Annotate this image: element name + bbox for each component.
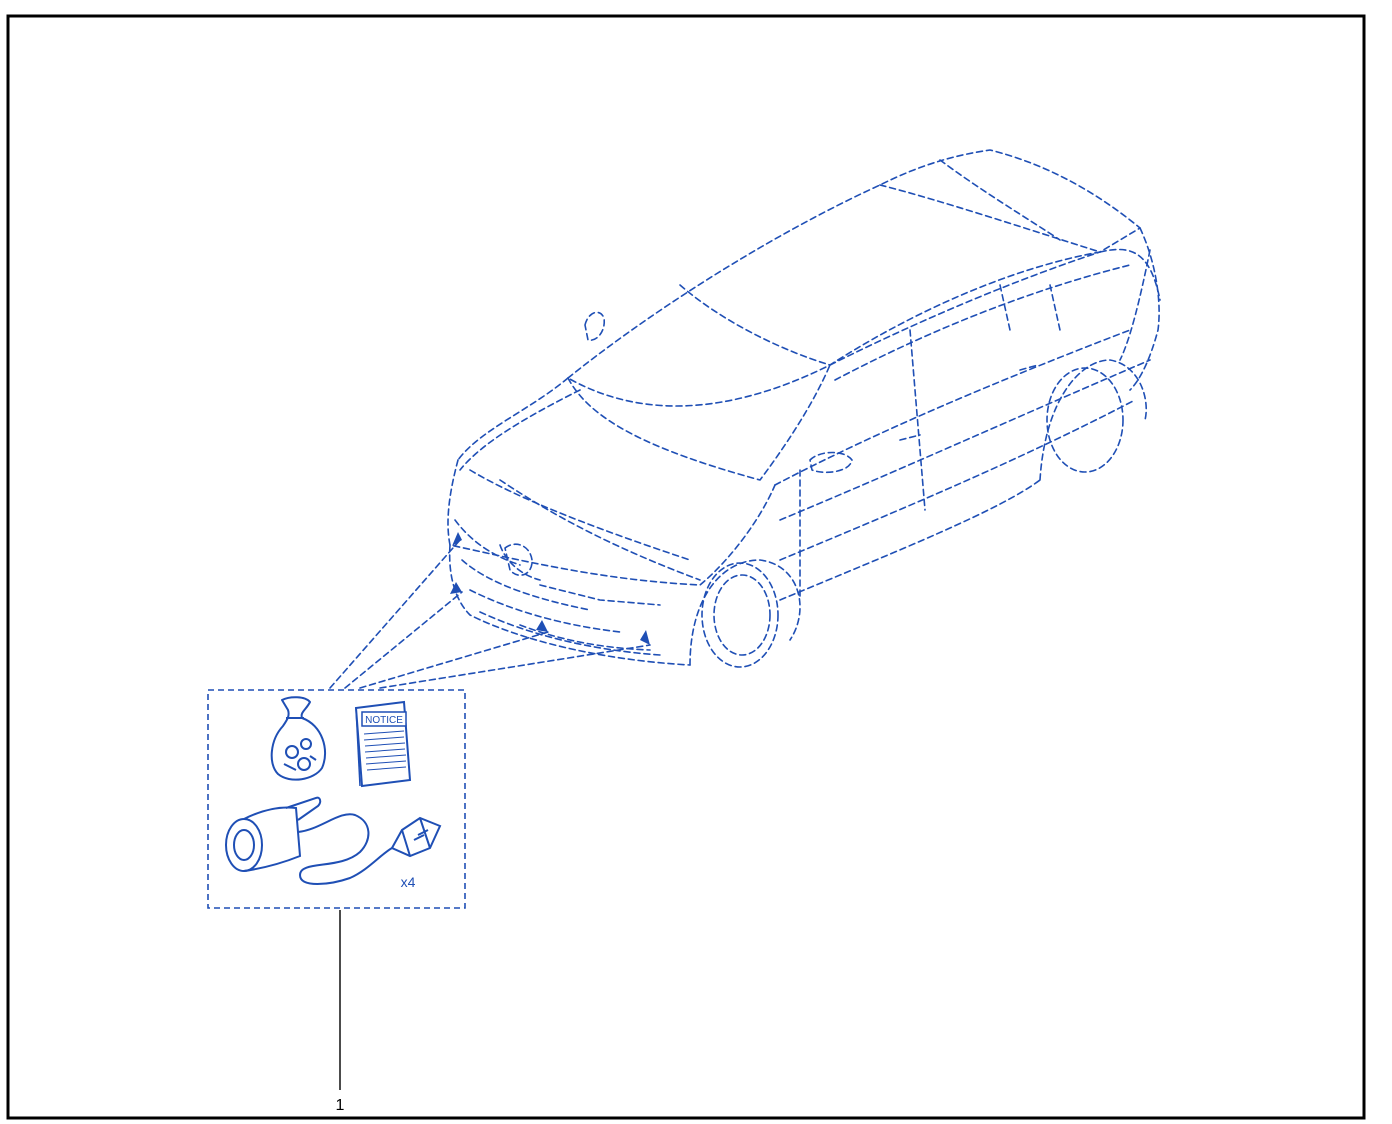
parts-diagram: NOTICE x4 1	[6, 14, 1366, 1120]
diagram-border	[6, 14, 1366, 1120]
instruction-booklet-icon: NOTICE	[354, 700, 412, 788]
booklet-label: NOTICE	[365, 715, 403, 726]
callout-number: 1	[336, 1097, 345, 1114]
quantity-label: x4	[401, 874, 416, 890]
